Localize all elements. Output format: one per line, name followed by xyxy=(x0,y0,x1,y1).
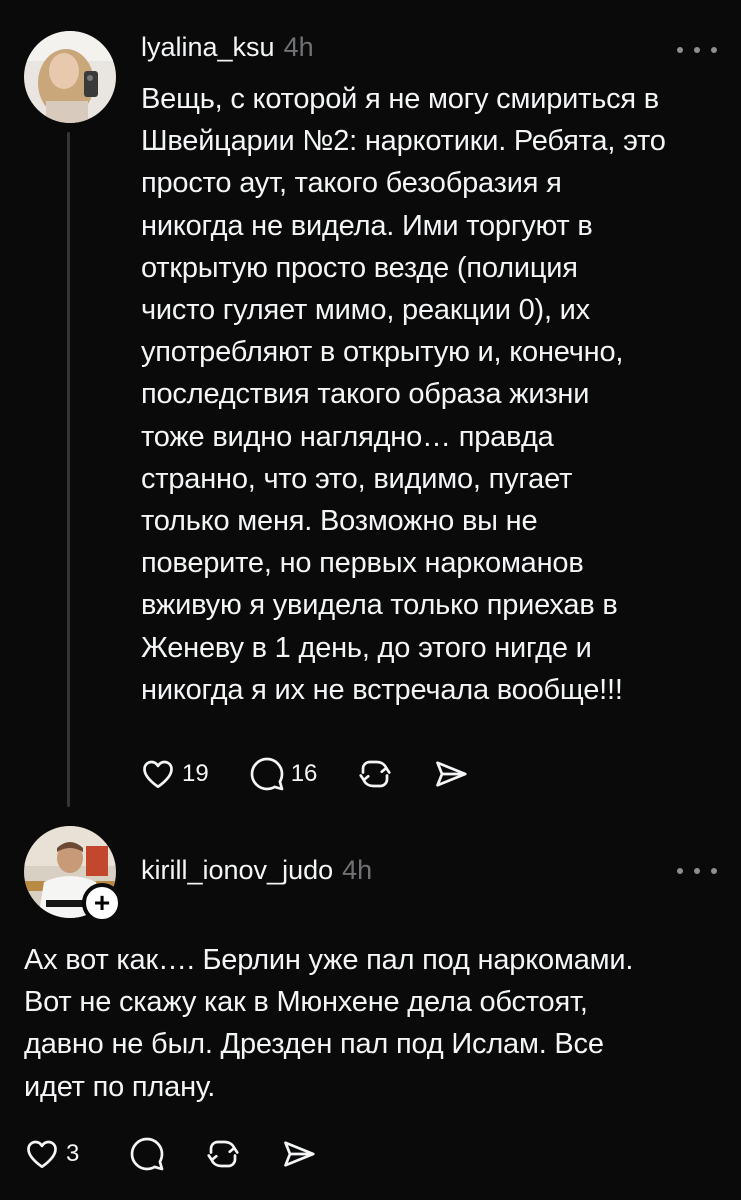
reply-username[interactable]: kirill_ionov_judo xyxy=(141,855,333,886)
post-text: Вещь, с которой я не могу смириться в Шв… xyxy=(141,83,666,706)
post-author-avatar[interactable] xyxy=(24,31,116,123)
comment-icon xyxy=(250,757,284,791)
comment-button[interactable] xyxy=(129,1136,165,1172)
heart-icon xyxy=(27,1140,57,1169)
reply-actions: 3 xyxy=(24,1136,357,1172)
send-icon xyxy=(436,761,468,787)
more-options-icon[interactable] xyxy=(677,40,717,60)
post-actions: 19 16 xyxy=(140,756,509,792)
comment-icon xyxy=(131,1137,164,1171)
comment-count: 16 xyxy=(290,760,318,787)
reply-timestamp: 4h xyxy=(342,855,373,885)
repost-button[interactable] xyxy=(357,756,393,792)
thread-line xyxy=(67,132,70,807)
share-button[interactable] xyxy=(281,1136,317,1172)
repost-icon xyxy=(359,760,392,788)
repost-button[interactable] xyxy=(205,1136,241,1172)
post-header: lyalina_ksu 4h xyxy=(141,32,314,63)
heart-icon xyxy=(143,760,173,789)
post-username[interactable]: lyalina_ksu xyxy=(141,32,275,63)
like-button[interactable]: 3 xyxy=(24,1136,79,1172)
follow-button[interactable]: + xyxy=(82,883,122,923)
post-timestamp: 4h xyxy=(283,32,314,62)
share-button[interactable] xyxy=(433,756,469,792)
reply-text: Ах вот как…. Берлин уже пал под наркомам… xyxy=(24,944,634,1103)
send-icon xyxy=(284,1141,315,1167)
like-button[interactable]: 19 xyxy=(140,756,209,792)
reply-header: kirill_ionov_judo 4h xyxy=(141,855,372,886)
more-options-icon[interactable] xyxy=(677,861,717,881)
repost-icon xyxy=(207,1140,239,1168)
comment-button[interactable]: 16 xyxy=(249,756,318,792)
like-count: 3 xyxy=(66,1140,80,1167)
like-count: 19 xyxy=(182,760,209,787)
